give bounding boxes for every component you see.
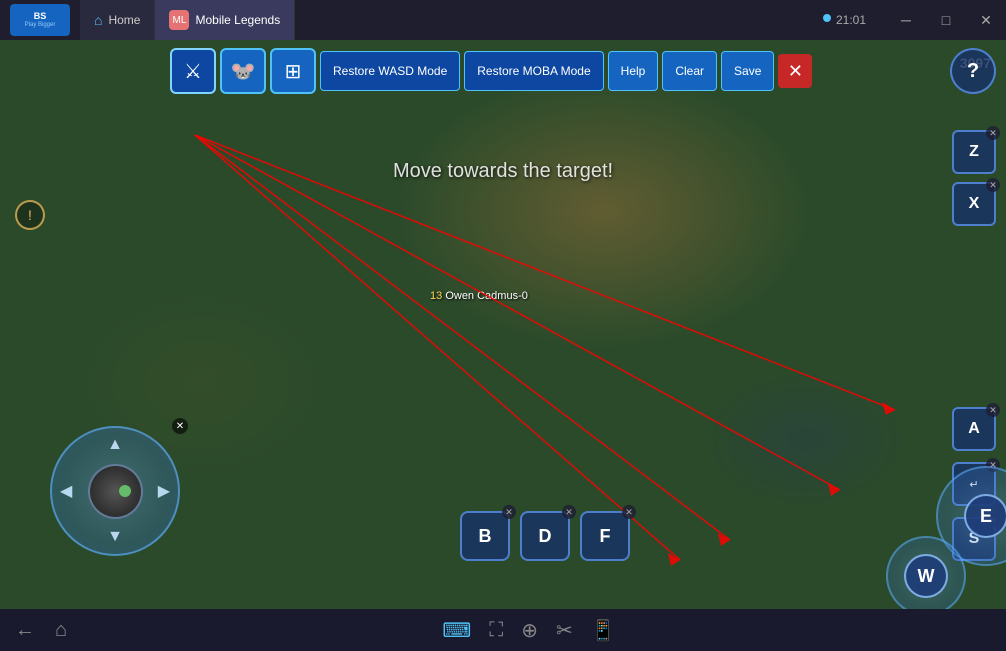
key-f-button[interactable]: F [580, 511, 630, 561]
location-icon[interactable]: ⊕ [521, 618, 538, 643]
arrow-up-icon: ▲ [107, 436, 123, 454]
move-text: Move towards the target! [393, 160, 613, 183]
key-a-close[interactable]: ✕ [986, 403, 1000, 417]
key-b-wrapper: ✕ B [460, 511, 510, 561]
key-e-button[interactable]: E [964, 494, 1006, 538]
key-w-circle[interactable]: W [886, 536, 966, 616]
bluestacks-logo: BS Play Bigger [10, 4, 70, 36]
tab-game[interactable]: ML Mobile Legends [155, 0, 295, 40]
key-d-button[interactable]: D [520, 511, 570, 561]
tab-game-label: Mobile Legends [195, 13, 280, 27]
back-button[interactable]: ← [15, 619, 35, 642]
arrow-down-icon: ▼ [107, 528, 123, 546]
bottom-keys: ✕ B ✕ D ✕ F [460, 511, 630, 561]
left-ui: ! [15, 200, 45, 230]
key-x-wrapper: ✕ X [952, 182, 996, 226]
joystick-inner[interactable] [88, 464, 143, 519]
tab-home[interactable]: ⌂ Home [80, 0, 155, 40]
tab-home-label: Home [108, 13, 140, 27]
restore-wasd-button[interactable]: Restore WASD Mode [320, 51, 460, 91]
player-name: 13 Owen Cadmus-0 [430, 290, 528, 302]
player-name-text: Owen Cadmus-0 [445, 290, 528, 302]
toolbar: ⚔ 🐭 ⊞ Restore WASD Mode Restore MOBA Mod… [170, 48, 812, 94]
notification-dot [823, 14, 831, 22]
grid-icon-button[interactable]: ⊞ [270, 48, 316, 94]
combat-icon-button[interactable]: ⚔ [170, 48, 216, 94]
clear-button[interactable]: Clear [662, 51, 717, 91]
mouse-icon-button[interactable]: 🐭 [220, 48, 266, 94]
player-level: 13 [430, 290, 442, 302]
key-b-button[interactable]: B [460, 511, 510, 561]
key-z-close[interactable]: ✕ [986, 126, 1000, 140]
time-display: 21:01 [836, 13, 866, 27]
key-z-wrapper: ✕ Z [952, 130, 996, 174]
joystick-outer[interactable]: ▲ ▼ ◀ ▶ [50, 426, 180, 556]
game-icon: ML [169, 10, 189, 30]
app-logo: BS Play Bigger [0, 4, 80, 36]
home-nav-button[interactable]: ⌂ [55, 619, 67, 642]
key-d-wrapper: ✕ D [520, 511, 570, 561]
logo-text: BS [34, 12, 47, 22]
maximize-button[interactable]: □ [926, 0, 966, 40]
key-w-button[interactable]: W [904, 554, 948, 598]
close-button[interactable]: ✕ [966, 0, 1006, 40]
arrow-left-icon: ◀ [60, 481, 72, 501]
alert-indicator: ! [15, 200, 45, 230]
key-b-close[interactable]: ✕ [502, 505, 516, 519]
joystick-container[interactable]: ✕ ▲ ▼ ◀ ▶ [50, 426, 180, 556]
help-button[interactable]: Help [608, 51, 659, 91]
titlebar: BS Play Bigger ⌂ Home ML Mobile Legends … [0, 0, 1006, 40]
key-a-inner-wrapper: ✕ A [952, 407, 996, 451]
minimize-button[interactable]: ─ [886, 0, 926, 40]
game-container: ⚔ 🐭 ⊞ Restore WASD Mode Restore MOBA Mod… [0, 40, 1006, 651]
key-f-wrapper: ✕ F [580, 511, 630, 561]
right-keys: ✕ Z ✕ X [952, 130, 996, 226]
save-button[interactable]: Save [721, 51, 774, 91]
home-icon: ⌂ [94, 12, 102, 28]
joystick-dot [119, 485, 131, 497]
logo-sub: Play Bigger [25, 22, 56, 28]
scissors-icon[interactable]: ✂ [556, 618, 573, 643]
keyboard-icon[interactable]: ⌨ [442, 618, 471, 643]
phone-icon[interactable]: 📱 [591, 618, 616, 643]
restore-moba-button[interactable]: Restore MOBA Mode [464, 51, 603, 91]
toolbar-close-button[interactable]: ✕ [778, 54, 812, 88]
key-a-wrapper: ✕ A [952, 407, 996, 451]
bottom-bar: ← ⌂ ⌨ ⛶ ⊕ ✂ 📱 [0, 609, 1006, 651]
window-controls: ─ □ ✕ [886, 0, 1006, 40]
arrow-right-icon: ▶ [158, 481, 170, 501]
bottom-nav-left: ← ⌂ [15, 619, 67, 642]
key-d-close[interactable]: ✕ [562, 505, 576, 519]
bottom-nav-center: ⌨ ⛶ ⊕ ✂ 📱 [442, 618, 615, 643]
key-f-close[interactable]: ✕ [622, 505, 636, 519]
fullscreen-icon[interactable]: ⛶ [489, 619, 503, 642]
help-circle-button[interactable]: ? [950, 48, 996, 94]
key-x-close[interactable]: ✕ [986, 178, 1000, 192]
